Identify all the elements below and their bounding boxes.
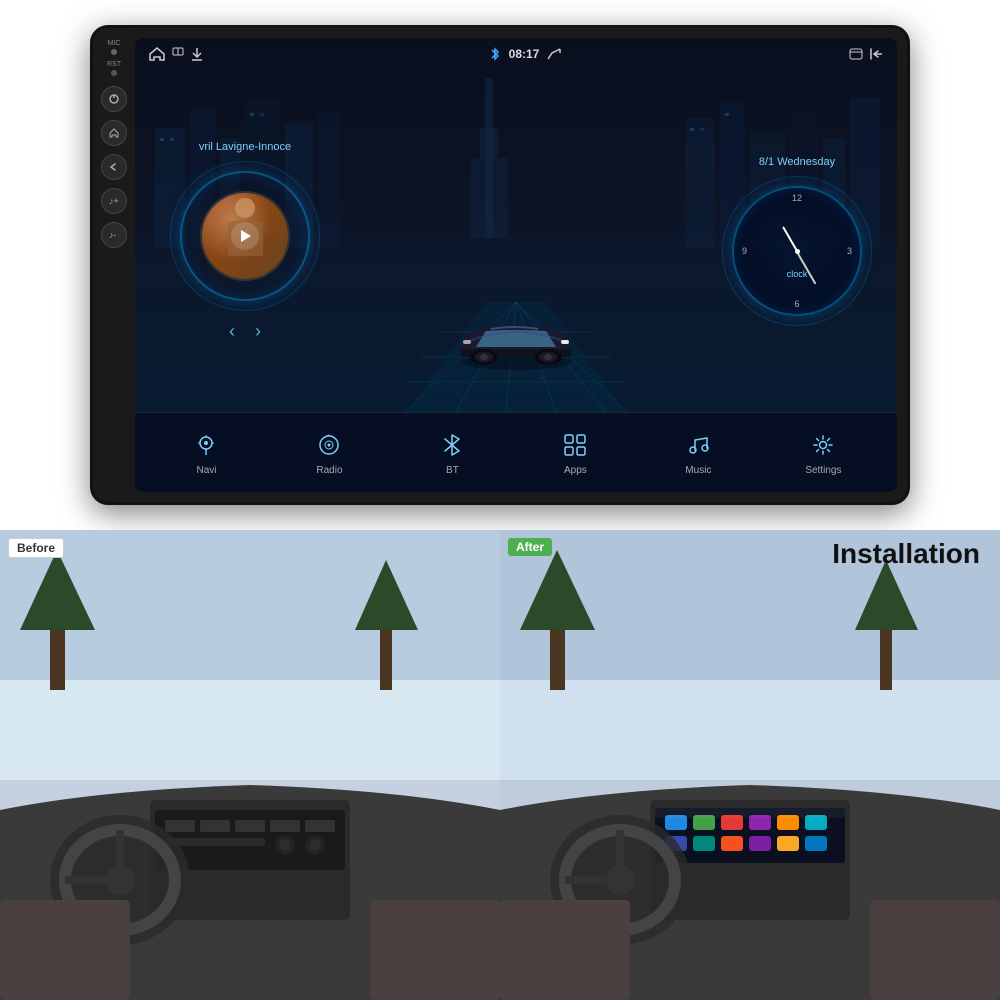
play-button[interactable] (231, 222, 259, 250)
download-icon (191, 47, 203, 61)
installation-title: Installation (832, 538, 980, 570)
date-display: 8/1 Wednesday (759, 156, 835, 168)
clock-wrapper: 12 3 6 9 clock (722, 176, 872, 326)
mic-dot (111, 49, 117, 55)
settings-label: Settings (805, 465, 841, 476)
screen: 08:17 (135, 38, 897, 492)
status-right (849, 48, 883, 60)
nav-item-apps[interactable]: Apps (559, 429, 591, 476)
after-label: After (508, 538, 552, 556)
prev-button[interactable]: ‹ (229, 321, 235, 342)
minimize-icon (849, 48, 863, 60)
clock-center (795, 249, 800, 254)
after-panel: After Installation (500, 530, 1000, 1000)
clock-panel: 8/1 Wednesday 12 3 6 9 clock (707, 156, 887, 326)
mic-label: MIC (108, 40, 121, 47)
signal-icon (547, 47, 563, 61)
side-buttons: MIC RST ♪+ (93, 28, 135, 502)
before-label: Before (8, 538, 64, 558)
navi-icon (190, 429, 222, 461)
power-button[interactable] (101, 86, 127, 112)
navi-label: Navi (196, 465, 216, 476)
car-image (446, 307, 586, 377)
music-panel: vril Lavigne-Innoce (145, 141, 345, 342)
music-status-icon (171, 47, 185, 61)
before-car-interior (0, 530, 500, 1000)
radio-icon (313, 429, 345, 461)
nav-item-music[interactable]: Music (682, 429, 714, 476)
bluetooth-icon (489, 46, 501, 62)
after-car-interior (500, 530, 1000, 1000)
home-icon (149, 47, 165, 61)
next-button[interactable]: › (255, 321, 261, 342)
bottom-section: Before (0, 530, 1000, 1000)
vol-up-button[interactable]: ♪+ (101, 188, 127, 214)
time-display: 08:17 (509, 47, 540, 61)
nav-bar: Navi Radio (135, 412, 897, 492)
back-status-icon (869, 48, 883, 60)
nav-item-settings[interactable]: Settings (805, 429, 841, 476)
song-title: vril Lavigne-Innoce (199, 141, 291, 153)
bt-icon (436, 429, 468, 461)
person-head (235, 198, 255, 218)
nav-item-radio[interactable]: Radio (313, 429, 345, 476)
vinyl-wrapper (170, 161, 320, 311)
clock-num-12: 12 (792, 193, 802, 203)
status-left (149, 47, 203, 61)
status-bar: 08:17 (135, 38, 897, 70)
clock-label: clock (787, 269, 808, 279)
radio-label: Radio (316, 465, 342, 476)
music-controls: ‹ › (229, 321, 261, 342)
play-triangle-icon (241, 230, 251, 242)
settings-icon (807, 429, 839, 461)
svg-text:♪+: ♪+ (109, 196, 119, 206)
minute-hand (796, 251, 816, 285)
clock-num-9: 9 (742, 246, 747, 256)
rst-label: RST (107, 61, 121, 68)
top-section: MIC RST ♪+ (0, 0, 1000, 530)
clock-num-6: 6 (794, 299, 799, 309)
status-center: 08:17 (489, 46, 564, 62)
vol-down-button[interactable]: ♪- (101, 222, 127, 248)
music-label: Music (685, 465, 711, 476)
bt-label: BT (446, 465, 459, 476)
hour-hand (782, 226, 798, 251)
music-nav-icon (682, 429, 714, 461)
head-unit: MIC RST ♪+ (90, 25, 910, 505)
apps-label: Apps (564, 465, 587, 476)
analog-clock: 12 3 6 9 clock (732, 186, 862, 316)
nav-item-navi[interactable]: Navi (190, 429, 222, 476)
nav-item-bt[interactable]: BT (436, 429, 468, 476)
clock-num-3: 3 (847, 246, 852, 256)
main-content: vril Lavigne-Innoce (135, 70, 897, 412)
before-panel: Before (0, 530, 500, 1000)
home-side-button[interactable] (101, 120, 127, 146)
rst-dot (111, 70, 117, 76)
apps-icon (559, 429, 591, 461)
svg-text:♪-: ♪- (109, 230, 117, 240)
back-side-button[interactable] (101, 154, 127, 180)
